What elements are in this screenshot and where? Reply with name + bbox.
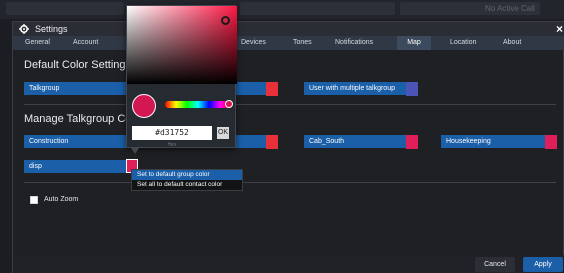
tab-general[interactable]: General: [25, 36, 50, 50]
close-icon[interactable]: ×: [556, 22, 563, 36]
talkgroup-row-cab-south: Cab_South: [304, 135, 406, 148]
app-top-bar: No Active Call: [0, 0, 564, 19]
hue-slider-handle[interactable]: [225, 100, 233, 108]
picker-pointer-arrow: [131, 148, 139, 154]
color-context-menu: Set to default group color Set all to de…: [131, 169, 243, 191]
gear-icon: [19, 24, 29, 34]
settings-dialog: Settings × General Account Devices Tones…: [12, 21, 564, 273]
topbar-segment: [240, 2, 395, 15]
dialog-title-bar: Settings ×: [13, 22, 564, 36]
ok-button[interactable]: OK: [217, 127, 229, 139]
talkgroup-row-housekeeping: Housekeeping: [441, 135, 545, 148]
menu-item-set-default-group-color[interactable]: Set to default group color: [132, 170, 242, 180]
color-picker-popup: #d31752 OK Hex: [126, 5, 237, 148]
cancel-button[interactable]: Cancel: [475, 257, 515, 272]
tab-location[interactable]: Location: [450, 36, 476, 50]
cab-south-color-swatch[interactable]: [406, 135, 418, 149]
tab-devices[interactable]: Devices: [241, 36, 266, 50]
default-color-settings-heading: Default Color Settings: [24, 59, 131, 71]
tab-account[interactable]: Account: [73, 36, 98, 50]
default-color-row-multi-talkgroup: User with multiple talkgroup: [304, 82, 406, 95]
settings-tab-bar: General Account Devices Tones Notificati…: [13, 36, 564, 50]
topbar-segment: [6, 2, 124, 15]
dialog-footer: Cancel Apply: [13, 255, 564, 273]
construction-color-swatch[interactable]: [266, 135, 278, 149]
talkgroup-row-disp: disp: [24, 160, 126, 173]
hex-color-input[interactable]: #d31752: [132, 126, 212, 140]
auto-zoom-label: Auto Zoom: [44, 196, 79, 203]
section-divider: [24, 182, 556, 183]
hex-caption: Hex: [167, 142, 177, 148]
dialog-title: Settings: [35, 24, 68, 34]
selected-color-preview: [132, 94, 156, 118]
section-divider: [24, 104, 556, 105]
hue-slider[interactable]: [165, 101, 231, 108]
call-status-text: No Active Call: [485, 4, 535, 13]
tab-notifications[interactable]: Notifications: [335, 36, 373, 50]
talkgroup-color-swatch[interactable]: [266, 82, 278, 96]
menu-item-set-all-default-contact-color[interactable]: Set all to default contact color: [132, 180, 242, 190]
apply-button[interactable]: Apply: [523, 257, 563, 272]
tab-tones[interactable]: Tones: [293, 36, 312, 50]
multi-talkgroup-color-swatch[interactable]: [406, 82, 418, 96]
tab-map[interactable]: Map: [397, 36, 431, 50]
housekeeping-color-swatch[interactable]: [545, 135, 557, 149]
auto-zoom-checkbox[interactable]: [30, 196, 38, 204]
saturation-value-handle[interactable]: [221, 16, 230, 25]
tab-about[interactable]: About: [503, 36, 521, 50]
